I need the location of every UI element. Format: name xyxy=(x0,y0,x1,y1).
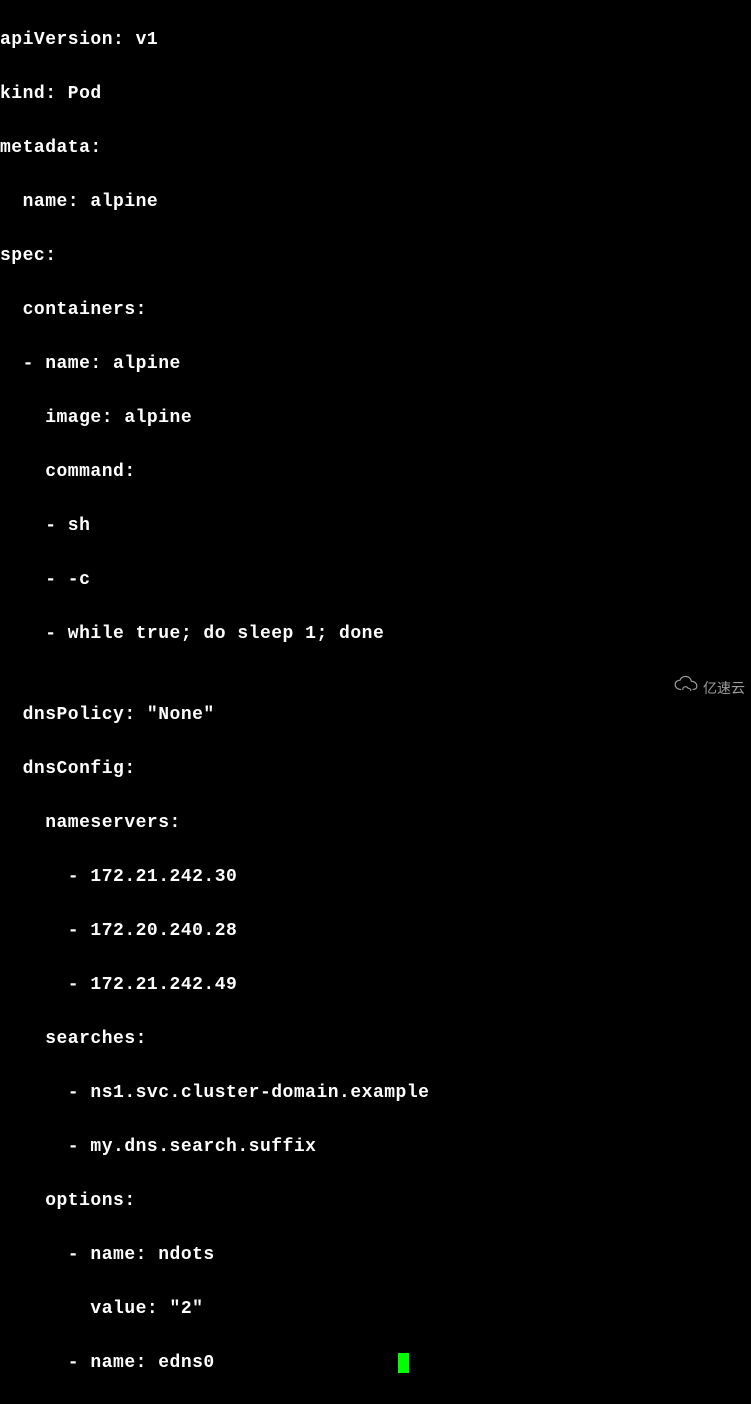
yaml-text: - name: edns0 xyxy=(0,1353,215,1373)
yaml-line: - 172.20.240.28 xyxy=(0,918,751,945)
yaml-line: searches: xyxy=(0,1026,751,1053)
yaml-line: - -c xyxy=(0,567,751,594)
yaml-line: spec: xyxy=(0,243,751,270)
terminal-cursor xyxy=(398,1353,409,1373)
yaml-line: - sh xyxy=(0,513,751,540)
yaml-line: image: alpine xyxy=(0,405,751,432)
yaml-line: containers: xyxy=(0,297,751,324)
yaml-line: - name: ndots xyxy=(0,1242,751,1269)
yaml-line: kind: Pod xyxy=(0,81,751,108)
yaml-line: options: xyxy=(0,1188,751,1215)
yaml-line: nameservers: xyxy=(0,810,751,837)
cloud-icon xyxy=(673,675,699,702)
yaml-line: apiVersion: v1 xyxy=(0,27,751,54)
yaml-line: dnsPolicy: "None" xyxy=(0,702,751,729)
yaml-line: name: alpine xyxy=(0,189,751,216)
watermark: 亿速云 xyxy=(673,675,745,702)
yaml-line: dnsConfig: xyxy=(0,756,751,783)
terminal-output: apiVersion: v1 kind: Pod metadata: name:… xyxy=(0,0,751,1404)
yaml-line-with-cursor: - name: edns0 xyxy=(0,1350,751,1377)
yaml-line: - ns1.svc.cluster-domain.example xyxy=(0,1080,751,1107)
yaml-line: value: "2" xyxy=(0,1296,751,1323)
yaml-line: - 172.21.242.30 xyxy=(0,864,751,891)
yaml-line: - name: alpine xyxy=(0,351,751,378)
yaml-line: - while true; do sleep 1; done xyxy=(0,621,751,648)
watermark-text: 亿速云 xyxy=(703,675,745,702)
yaml-line: metadata: xyxy=(0,135,751,162)
yaml-line: command: xyxy=(0,459,751,486)
yaml-line: - 172.21.242.49 xyxy=(0,972,751,999)
yaml-line: - my.dns.search.suffix xyxy=(0,1134,751,1161)
